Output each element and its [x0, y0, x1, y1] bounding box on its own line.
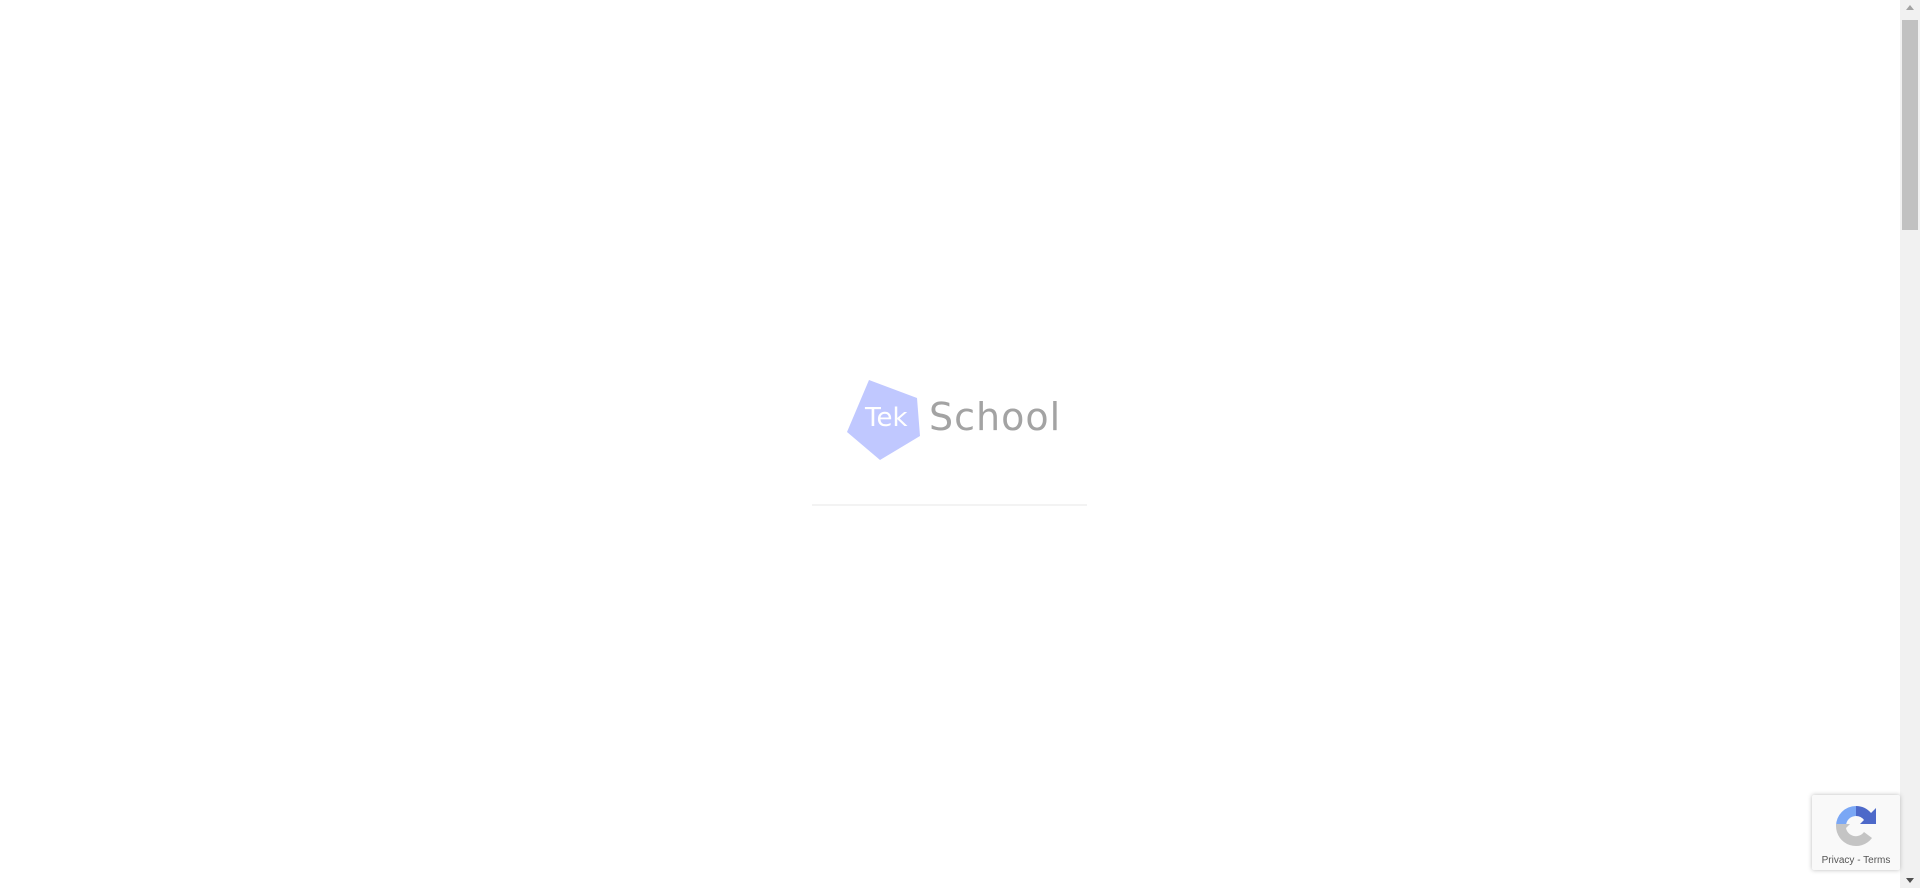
logo-text-tek: Tek: [865, 403, 908, 433]
scroll-up-arrow-icon[interactable]: [1906, 5, 1914, 10]
terms-link[interactable]: Terms: [1863, 855, 1890, 866]
recaptcha-badge[interactable]: Privacy - Terms: [1812, 795, 1900, 870]
logo-text-school: School: [929, 395, 1062, 439]
recaptcha-links: Privacy - Terms: [1812, 855, 1900, 866]
separator: -: [1854, 855, 1864, 866]
recaptcha-icon: [1836, 806, 1876, 846]
scroll-down-arrow-icon[interactable]: [1906, 878, 1914, 883]
loading-bar: [812, 504, 1087, 506]
scrollbar-thumb[interactable]: [1902, 20, 1918, 230]
vertical-scrollbar[interactable]: [1900, 0, 1920, 888]
tekschool-logo: Tek School: [845, 378, 1060, 463]
privacy-link[interactable]: Privacy: [1822, 855, 1855, 866]
